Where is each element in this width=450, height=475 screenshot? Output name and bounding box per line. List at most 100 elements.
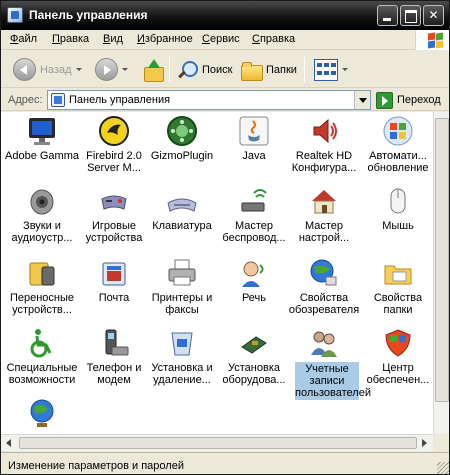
icon-view: Adobe Gamma Firebird 2.0 Server M... Giz… xyxy=(1,112,433,434)
item-add-remove-programs[interactable]: Установка и удаление... xyxy=(145,327,219,399)
regional-options-icon xyxy=(30,399,54,427)
status-bar: Изменение параметров и паролей xyxy=(1,452,449,474)
automatic-updates-icon xyxy=(383,116,413,146)
speech-icon xyxy=(242,261,264,287)
back-button[interactable]: Назад xyxy=(13,56,82,83)
minimize-button[interactable] xyxy=(377,5,398,26)
menu-bar: Файл Правка Вид Избранное Сервис Справка xyxy=(1,30,449,50)
menu-favorites[interactable]: Избранное xyxy=(137,33,193,45)
item-add-hardware[interactable]: Установка оборудова... xyxy=(217,327,291,399)
item-automatic-updates[interactable]: Автомати... обновление xyxy=(361,115,433,187)
item-java[interactable]: Java xyxy=(217,115,291,187)
maximize-button[interactable] xyxy=(400,5,421,26)
item-accessibility[interactable]: Специальные возможности xyxy=(5,327,79,399)
mouse-icon xyxy=(390,188,406,214)
menu-file[interactable]: Файл xyxy=(10,33,37,45)
forward-button[interactable] xyxy=(95,56,128,83)
gizmo-plugin-icon xyxy=(167,116,197,146)
internet-options-icon xyxy=(310,259,337,286)
item-adobe-gamma[interactable]: Adobe Gamma xyxy=(5,115,79,187)
add-hardware-icon xyxy=(241,336,267,354)
folder-options-icon xyxy=(384,265,412,285)
item-mouse[interactable]: Мышь xyxy=(361,185,433,257)
wireless-wizard-icon xyxy=(241,189,267,212)
item-portable-devices[interactable]: Переносные устройств... xyxy=(5,257,79,329)
go-button[interactable]: Переход xyxy=(376,91,441,109)
accessibility-icon xyxy=(30,329,52,358)
item-sounds-audio[interactable]: Звуки и аудиоустр... xyxy=(5,185,79,257)
go-arrow-icon xyxy=(376,91,393,109)
toolbar-divider xyxy=(304,57,305,82)
item-game-controllers[interactable]: Игровые устройства xyxy=(77,185,151,257)
printers-faxes-icon xyxy=(168,259,196,286)
chevron-down-icon xyxy=(122,68,128,71)
address-label: Адрес: xyxy=(8,94,43,106)
scroll-left-icon[interactable] xyxy=(6,439,11,447)
menu-view[interactable]: Вид xyxy=(103,33,123,45)
horizontal-scroll-thumb[interactable] xyxy=(19,437,417,449)
back-arrow-icon xyxy=(13,58,36,81)
title-bar[interactable]: Панель управления ✕ xyxy=(1,1,449,30)
keyboard-icon xyxy=(167,198,197,212)
control-panel-icon xyxy=(7,7,23,23)
realtek-audio-icon xyxy=(313,118,337,144)
item-network-wizard[interactable]: Мастер настрой... xyxy=(287,185,361,257)
up-button[interactable] xyxy=(142,56,164,83)
window-title: Панель управления xyxy=(29,8,148,22)
views-button[interactable] xyxy=(314,56,348,83)
vertical-scroll-thumb[interactable] xyxy=(435,118,449,402)
forward-arrow-icon xyxy=(95,58,118,81)
search-button[interactable]: Поиск xyxy=(176,56,232,83)
toolbar-divider xyxy=(169,57,170,82)
network-wizard-icon xyxy=(312,190,336,214)
windows-logo-icon xyxy=(415,30,449,50)
address-dropdown-button[interactable] xyxy=(354,91,370,109)
phone-modem-icon xyxy=(105,329,129,356)
horizontal-scrollbar[interactable] xyxy=(1,434,433,451)
search-icon xyxy=(176,59,198,81)
game-controllers-icon xyxy=(101,195,127,210)
adobe-gamma-icon xyxy=(29,118,55,145)
address-value: Панель управления xyxy=(69,94,171,106)
item-gizmo-plugin[interactable]: GizmoPlugin xyxy=(145,115,219,187)
folders-button[interactable]: Папки xyxy=(240,56,297,83)
menu-help[interactable]: Справка xyxy=(252,33,295,45)
views-icon xyxy=(314,58,338,81)
portable-devices-icon xyxy=(29,262,55,286)
item-printers-faxes[interactable]: Принтеры и факсы xyxy=(145,257,219,329)
chevron-down-icon xyxy=(342,68,348,71)
item-speech[interactable]: Речь xyxy=(217,257,291,329)
item-regional-options[interactable] xyxy=(5,397,79,434)
chevron-down-icon xyxy=(75,68,82,71)
resize-grip-icon[interactable] xyxy=(437,462,449,474)
menu-edit[interactable]: Правка xyxy=(52,33,89,45)
vertical-scrollbar[interactable] xyxy=(433,112,449,434)
item-user-accounts[interactable]: Учетные записи пользователей xyxy=(287,327,371,400)
item-realtek-hd[interactable]: Realtek HD Конфигура... xyxy=(287,115,361,187)
item-mail[interactable]: Почта xyxy=(77,257,151,329)
item-wireless-wizard[interactable]: Мастер беспровод... xyxy=(217,185,291,257)
item-keyboard[interactable]: Клавиатура xyxy=(145,185,219,257)
user-accounts-icon xyxy=(311,331,337,357)
scrollbar-corner xyxy=(433,434,449,451)
item-folder-options[interactable]: Свойства папки xyxy=(361,257,433,329)
item-security-center[interactable]: Центр обеспечен... xyxy=(361,327,433,399)
address-bar: Адрес: Панель управления Переход xyxy=(1,89,449,111)
status-text: Изменение параметров и паролей xyxy=(8,460,184,472)
mail-icon xyxy=(102,262,126,286)
menu-tools[interactable]: Сервис xyxy=(202,33,240,45)
control-panel-icon xyxy=(51,93,65,107)
toolbar: Назад Поиск Папки xyxy=(1,51,449,88)
folders-icon xyxy=(240,59,263,81)
scroll-right-icon[interactable] xyxy=(422,439,427,447)
item-internet-options[interactable]: Свойства обозревателя xyxy=(287,257,361,329)
sounds-audio-icon xyxy=(30,189,54,215)
item-firebird[interactable]: Firebird 2.0 Server M... xyxy=(77,115,151,187)
control-panel-window: Панель управления ✕ Файл Правка Вид Избр… xyxy=(0,0,450,475)
security-center-icon xyxy=(385,329,411,357)
item-phone-modem[interactable]: Телефон и модем xyxy=(77,327,151,399)
firebird-icon xyxy=(99,116,129,146)
close-button[interactable]: ✕ xyxy=(423,5,444,26)
address-field[interactable]: Панель управления xyxy=(47,90,371,110)
folder-up-icon xyxy=(142,58,164,82)
